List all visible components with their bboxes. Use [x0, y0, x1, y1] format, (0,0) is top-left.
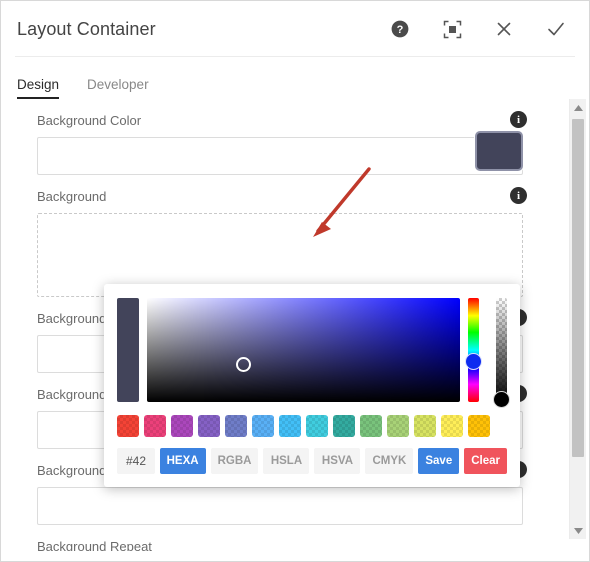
tab-bar: Design Developer — [1, 57, 589, 99]
field-background-color: Background Color i — [1, 111, 557, 175]
background-color-swatch-button[interactable] — [475, 131, 523, 171]
color-picker-popover: HEXA RGBA HSLA HSVA CMYK Save Clear — [104, 284, 520, 487]
field-background-repeat: Background Repeat — [1, 539, 557, 551]
background-repeat-label: Background Repeat — [37, 539, 152, 551]
vertical-scrollbar[interactable] — [569, 99, 586, 539]
page-title: Layout Container — [17, 18, 156, 39]
background-image-label: Background — [37, 189, 107, 204]
save-button[interactable]: Save — [418, 448, 460, 474]
preset-swatch[interactable] — [414, 415, 436, 437]
color-preview-bar — [117, 298, 139, 402]
alpha-slider[interactable] — [492, 298, 510, 408]
tab-design[interactable]: Design — [17, 77, 60, 99]
color-picker-top — [117, 298, 510, 408]
format-button-cmyk[interactable]: CMYK — [365, 448, 414, 474]
preset-swatch[interactable] — [333, 415, 355, 437]
preset-swatch[interactable] — [387, 415, 409, 437]
close-icon[interactable] — [493, 18, 515, 40]
preset-swatch[interactable] — [117, 415, 139, 437]
scrollbar-thumb[interactable] — [572, 119, 584, 457]
svg-text:?: ? — [397, 24, 404, 36]
format-button-hsva[interactable]: HSVA — [314, 448, 361, 474]
titlebar-actions: ? — [389, 18, 571, 40]
preset-swatch[interactable] — [306, 415, 328, 437]
background-height-input[interactable] — [37, 487, 523, 525]
background-color-row — [37, 131, 523, 175]
help-icon[interactable]: ? — [389, 18, 411, 40]
format-button-hsla[interactable]: HSLA — [263, 448, 310, 474]
hex-value-input[interactable] — [117, 448, 155, 474]
settings-body: Background Color i Background i Backgrou… — [1, 99, 589, 551]
preset-swatch[interactable] — [225, 415, 247, 437]
preset-swatch[interactable] — [441, 415, 463, 437]
field-background-image: Background i — [1, 187, 557, 297]
preset-swatch[interactable] — [198, 415, 220, 437]
scroll-down-arrow-icon[interactable] — [570, 522, 586, 539]
titlebar-divider — [15, 56, 575, 57]
saturation-value-area[interactable] — [147, 298, 460, 402]
preset-swatch[interactable] — [468, 415, 490, 437]
scroll-up-arrow-icon[interactable] — [570, 99, 586, 116]
dialog-titlebar: Layout Container ? — [1, 1, 589, 57]
preset-swatch[interactable] — [144, 415, 166, 437]
format-button-hexa[interactable]: HEXA — [159, 448, 206, 474]
tab-developer[interactable]: Developer — [87, 77, 149, 99]
hue-slider[interactable] — [464, 298, 482, 402]
alpha-slider-handle[interactable] — [492, 390, 510, 408]
preset-swatch-row — [117, 415, 507, 437]
info-icon[interactable]: i — [510, 111, 527, 128]
clear-button[interactable]: Clear — [464, 448, 507, 474]
preset-swatch[interactable] — [279, 415, 301, 437]
info-icon[interactable]: i — [510, 187, 527, 204]
background-color-input[interactable] — [37, 137, 523, 175]
layout-container-dialog: Layout Container ? Design Developer Back… — [0, 0, 590, 562]
saturation-selector-handle[interactable] — [236, 356, 252, 372]
format-button-rgba[interactable]: RGBA — [210, 448, 259, 474]
preset-swatch[interactable] — [252, 415, 274, 437]
hue-slider-handle[interactable] — [464, 353, 482, 371]
color-picker-controls: HEXA RGBA HSLA HSVA CMYK Save Clear — [117, 448, 507, 474]
confirm-icon[interactable] — [545, 18, 567, 40]
background-color-label: Background Color — [37, 113, 142, 128]
preset-swatch[interactable] — [360, 415, 382, 437]
preset-swatch[interactable] — [171, 415, 193, 437]
fullscreen-icon[interactable] — [441, 18, 463, 40]
